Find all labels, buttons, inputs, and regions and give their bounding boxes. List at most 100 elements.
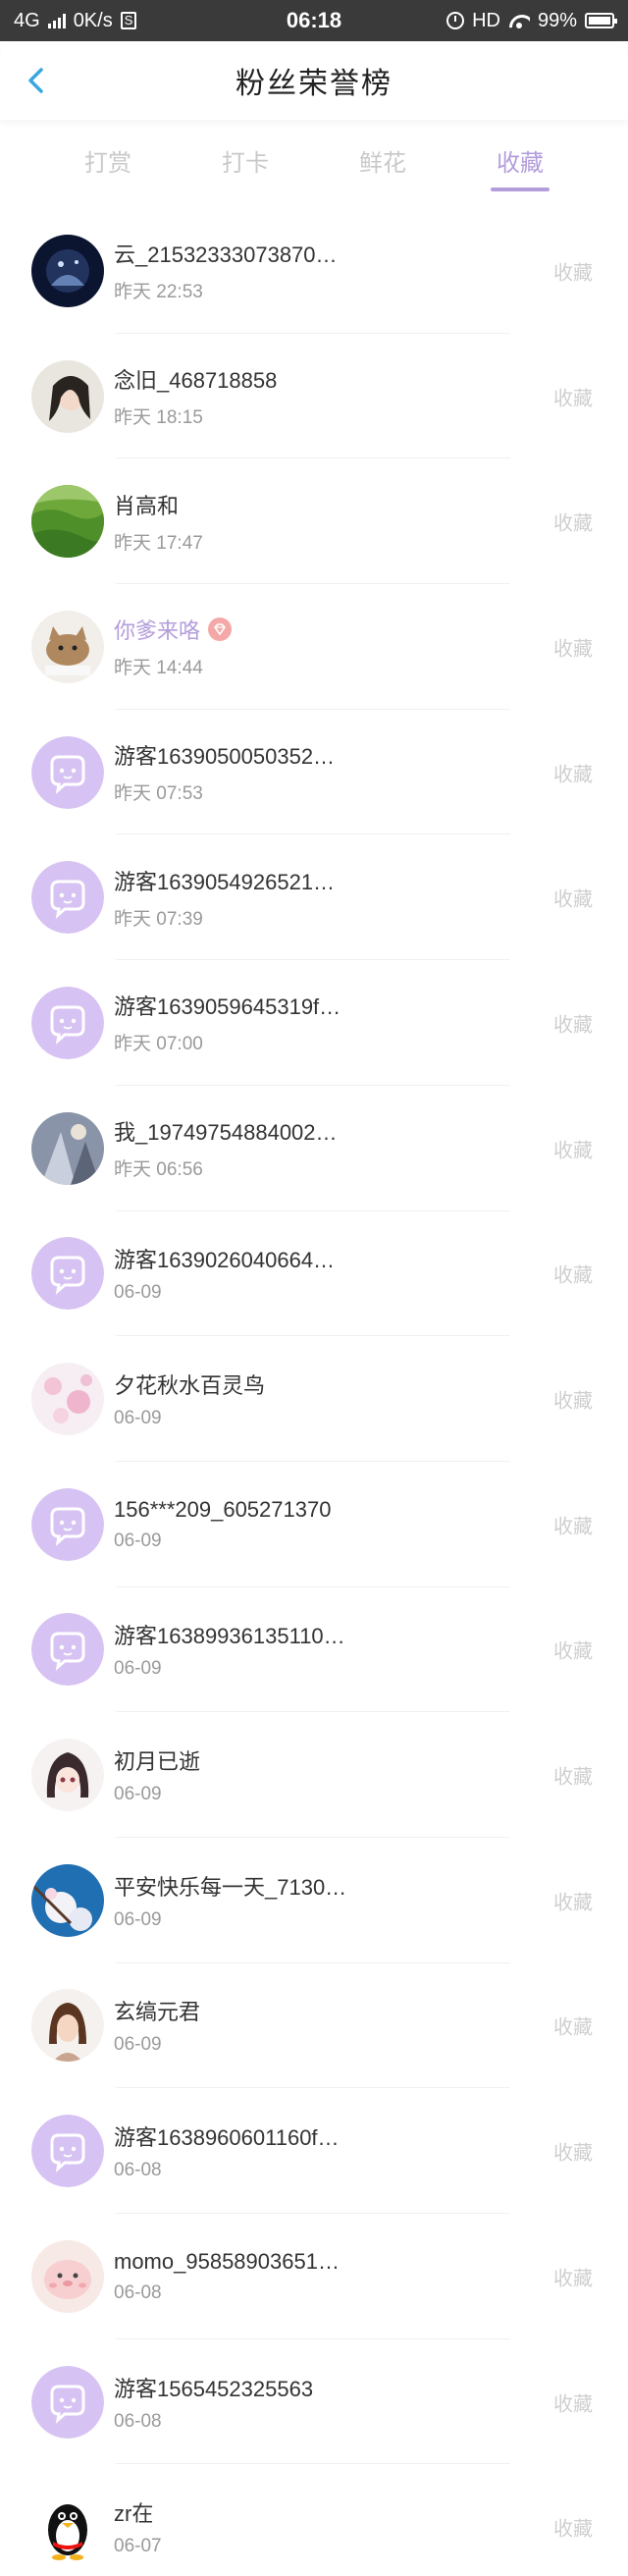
list-item[interactable]: 你爹来咯 昨天 14:44 收藏	[0, 584, 628, 710]
alarm-icon	[446, 12, 465, 29]
avatar[interactable]	[31, 2239, 104, 2313]
status-left: 4G 0K/s S	[14, 10, 137, 32]
list-item[interactable]: 云_21532333073870… 昨天 22:53 收藏	[0, 208, 628, 334]
back-button[interactable]	[18, 61, 57, 100]
avatar[interactable]	[31, 1863, 104, 1937]
battery-percent: 99%	[537, 9, 577, 31]
avatar[interactable]	[31, 1989, 104, 2063]
name-line: 游客1639059645319f…	[114, 990, 497, 1021]
avatar[interactable]	[31, 735, 104, 809]
list-item[interactable]: zr在 06-07 收藏	[0, 2464, 628, 2576]
list-item[interactable]: 游客1639050050352… 昨天 07:53 收藏	[0, 710, 628, 835]
favorite-label: 收藏	[553, 512, 593, 535]
list-item[interactable]: 游客1638960601160f… 06-08 收藏	[0, 2088, 628, 2214]
avatar[interactable]	[31, 359, 104, 433]
list-item[interactable]: 游客1639054926521… 昨天 07:39 收藏	[0, 834, 628, 960]
timestamp: 06-07	[114, 2536, 162, 2557]
list-item[interactable]: 游客16389936135110… 06-09 收藏	[0, 1587, 628, 1713]
avatar-image	[31, 485, 104, 559]
guest-chat-icon	[31, 735, 104, 809]
list-item[interactable]: 玄缟元君 06-09 收藏	[0, 1963, 628, 2089]
guest-chat-icon	[31, 986, 104, 1059]
user-name: 我_19749754884002…	[114, 1120, 338, 1146]
favorite-label: 收藏	[553, 1766, 593, 1789]
list-item[interactable]: 游客1639026040664… 06-09 收藏	[0, 1211, 628, 1337]
avatar[interactable]	[31, 234, 104, 307]
user-name: 平安快乐每一天_7130…	[114, 1874, 347, 1900]
user-info: 你爹来咯 昨天 14:44	[114, 614, 497, 679]
avatar[interactable]	[31, 861, 104, 935]
guest-chat-icon	[31, 1613, 104, 1687]
avatar[interactable]	[31, 2491, 104, 2564]
header-bar: 粉丝荣誉榜	[0, 41, 628, 120]
list-item[interactable]: momo_95858903651… 06-08 收藏	[0, 2214, 628, 2339]
user-name: 初月已逝	[114, 1749, 201, 1775]
favorite-label: 收藏	[553, 888, 593, 911]
timestamp: 昨天 06:56	[114, 1159, 203, 1181]
favorite-label: 收藏	[553, 2393, 593, 2416]
hd-label: HD	[472, 9, 500, 31]
favorite-label: 收藏	[553, 1892, 593, 1914]
list-item[interactable]: 平安快乐每一天_7130… 06-09 收藏	[0, 1838, 628, 1963]
avatar[interactable]	[31, 485, 104, 559]
timestamp: 06-09	[114, 1408, 162, 1429]
favorite-label: 收藏	[553, 1640, 593, 1663]
user-name: momo_95858903651…	[114, 2248, 340, 2274]
avatar[interactable]	[31, 1739, 104, 1812]
user-info: 游客16389936135110… 06-09	[114, 1619, 497, 1680]
favorite-label: 收藏	[553, 2016, 593, 2039]
list-item[interactable]: 夕花秋水百灵鸟 06-09 收藏	[0, 1336, 628, 1462]
favorite-label: 收藏	[553, 262, 593, 285]
avatar[interactable]	[31, 1363, 104, 1436]
tab-reward[interactable]: 打赏	[75, 135, 141, 186]
user-info: 玄缟元君 06-09	[114, 1995, 497, 2056]
user-name: 游客1638960601160f…	[114, 2125, 340, 2151]
timestamp: 昨天 17:47	[114, 532, 203, 554]
timestamp: 昨天 07:00	[114, 1034, 203, 1055]
user-info: 游客1639054926521… 昨天 07:39	[114, 865, 497, 931]
signal-icon	[47, 13, 66, 28]
name-line: 夕花秋水百灵鸟	[114, 1368, 497, 1400]
list-item[interactable]: 我_19749754884002… 昨天 06:56 收藏	[0, 1086, 628, 1211]
timestamp: 06-09	[114, 1530, 162, 1551]
name-line: 云_21532333073870…	[114, 238, 497, 269]
avatar[interactable]	[31, 1237, 104, 1311]
list-item[interactable]: 念旧_468718858 昨天 18:15 收藏	[0, 334, 628, 459]
tab-flowers[interactable]: 鲜花	[349, 135, 416, 186]
avatar[interactable]	[31, 1111, 104, 1185]
avatar-image	[31, 234, 104, 307]
name-line: 游客1639054926521…	[114, 865, 497, 896]
favorite-label: 收藏	[553, 1516, 593, 1538]
list-item[interactable]: 初月已逝 06-09 收藏	[0, 1712, 628, 1838]
name-line: momo_95858903651…	[114, 2249, 497, 2275]
avatar[interactable]	[31, 610, 104, 683]
tab-favorites[interactable]: 收藏	[487, 135, 553, 191]
guest-chat-icon	[31, 1487, 104, 1561]
list-item[interactable]: 156***209_605271370 06-09 收藏	[0, 1462, 628, 1587]
list-item[interactable]: 游客1639059645319f… 昨天 07:00 收藏	[0, 960, 628, 1086]
page-title: 粉丝荣誉榜	[236, 68, 392, 100]
user-name: 肖高和	[114, 493, 180, 518]
avatar-image	[31, 1989, 104, 2063]
timestamp: 昨天 07:39	[114, 908, 203, 930]
tab-checkin[interactable]: 打卡	[212, 135, 279, 186]
name-line: 游客1565452325563	[114, 2372, 497, 2403]
user-info: 游客1638960601160f… 06-08	[114, 2120, 497, 2181]
avatar[interactable]	[31, 2365, 104, 2439]
name-line: 平安快乐每一天_7130…	[114, 1870, 497, 1902]
list-item[interactable]: 肖高和昨天 17:47 收藏	[0, 458, 628, 584]
s-badge-icon: S	[120, 12, 137, 29]
name-line: 我_19749754884002…	[114, 1115, 497, 1147]
name-line: 156***209_605271370	[114, 1497, 497, 1523]
timestamp: 昨天 07:53	[114, 783, 203, 805]
avatar[interactable]	[31, 2115, 104, 2188]
avatar[interactable]	[31, 1487, 104, 1561]
guest-chat-icon	[31, 2365, 104, 2439]
user-info: 游客1639050050352… 昨天 07:53	[114, 739, 497, 805]
list-item[interactable]: 游客1565452325563 06-08 收藏	[0, 2339, 628, 2465]
user-name: 游客1639050050352…	[114, 744, 336, 770]
avatar[interactable]	[31, 1613, 104, 1687]
timestamp: 昨天 22:53	[114, 282, 203, 303]
timestamp: 06-09	[114, 2034, 162, 2056]
avatar[interactable]	[31, 986, 104, 1059]
